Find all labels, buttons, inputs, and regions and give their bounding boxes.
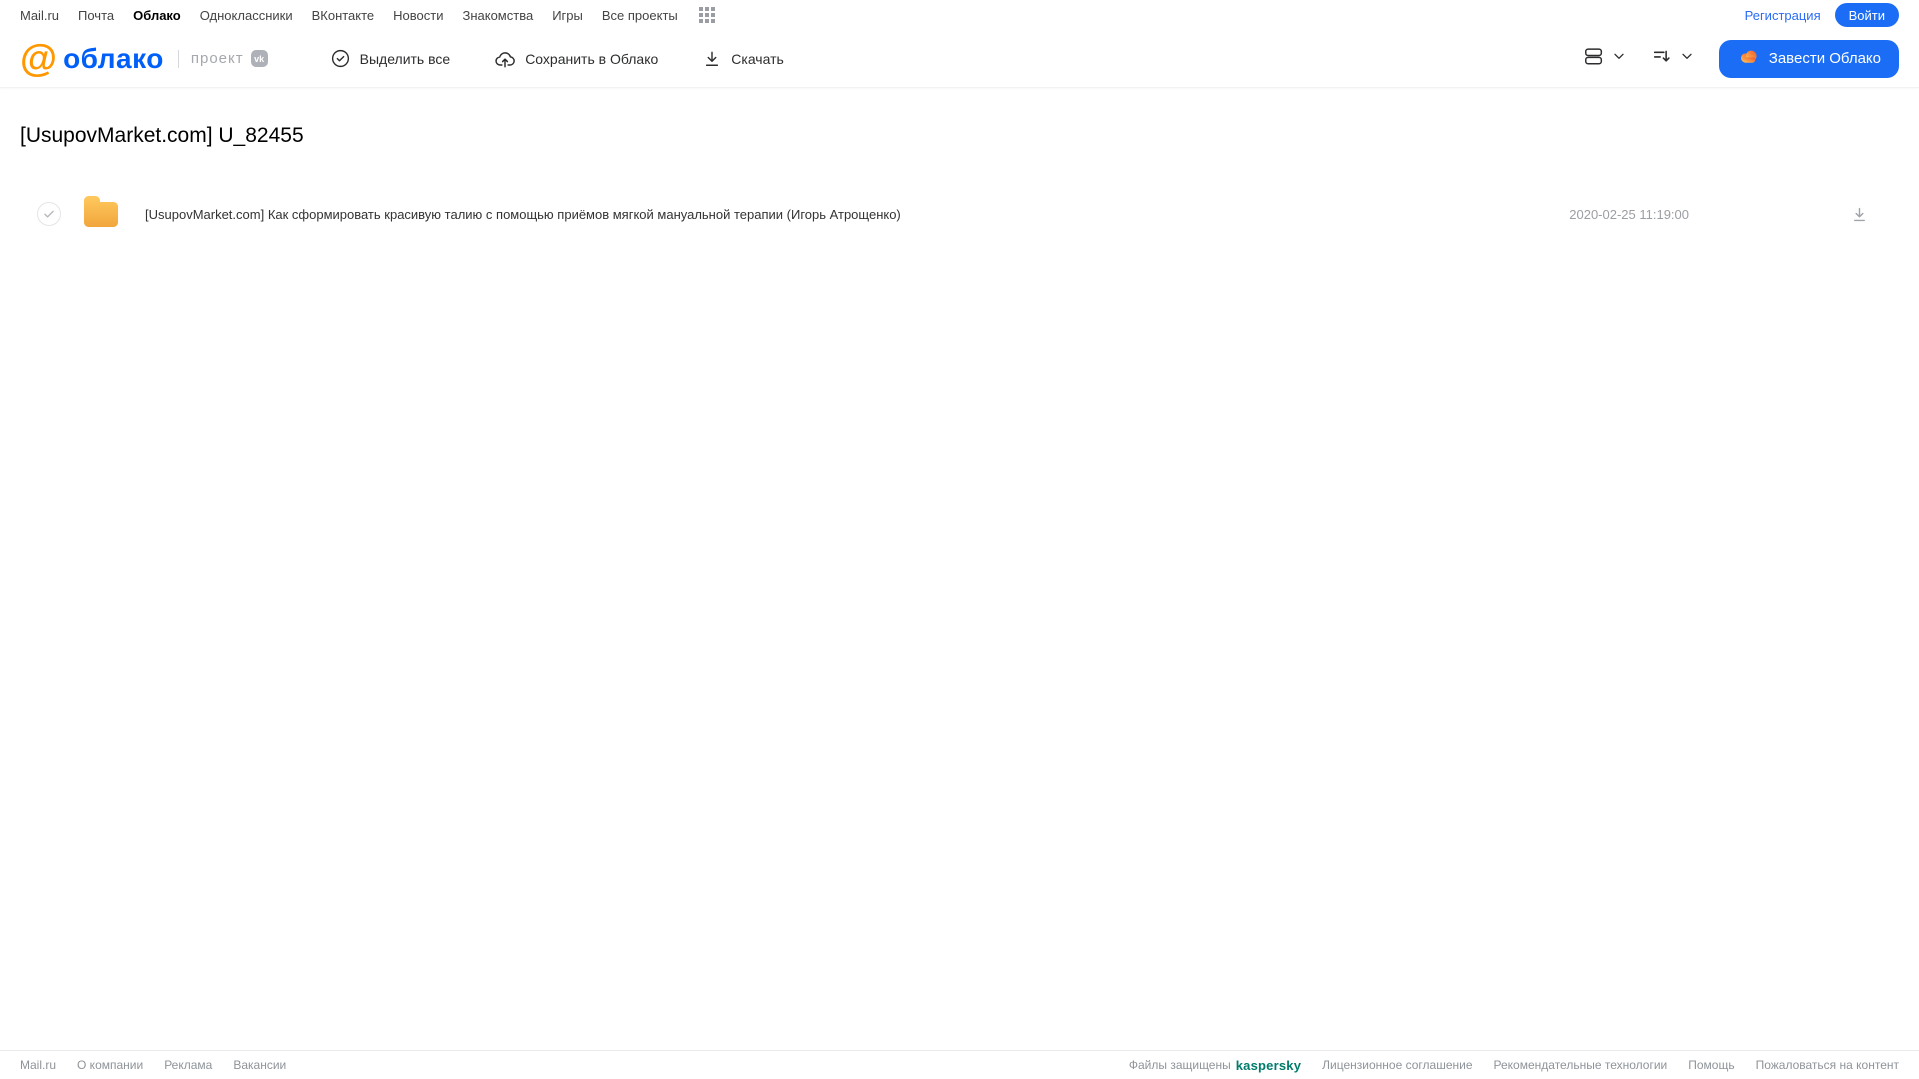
portal-link-vkontakte[interactable]: ВКонтакте xyxy=(312,8,375,23)
chevron-down-icon xyxy=(1611,48,1627,69)
download-button[interactable]: Скачать xyxy=(702,49,784,69)
main-content: [UsupovMarket.com] U_82455 [UsupovMarket… xyxy=(0,124,1919,236)
portal-nav: Mail.ru Почта Облако Одноклассники ВКонт… xyxy=(20,7,715,23)
row-checkbox[interactable] xyxy=(37,202,61,226)
download-label: Скачать xyxy=(731,50,784,67)
portal-topbar: Mail.ru Почта Облако Одноклассники ВКонт… xyxy=(0,0,1919,30)
vk-badge-icon: vk xyxy=(250,50,268,67)
footer-link-recommendations[interactable]: Рекомендательные технологии xyxy=(1494,1058,1668,1072)
portal-link-mailru[interactable]: Mail.ru xyxy=(20,8,59,23)
chevron-down-icon xyxy=(1679,48,1695,69)
row-download-icon[interactable] xyxy=(1850,205,1869,224)
select-all-label: Выделить все xyxy=(359,50,451,67)
file-name-link[interactable]: [UsupovMarket.com] Как сформировать крас… xyxy=(145,207,901,222)
cloud-icon xyxy=(1737,45,1760,72)
logo-text: облако xyxy=(63,42,164,74)
footer-link-jobs[interactable]: Вакансии xyxy=(233,1058,286,1072)
get-cloud-label: Завести Облако xyxy=(1768,50,1881,67)
header: @ облако проект vk Выделить все Сохранит… xyxy=(0,30,1919,88)
footer: Mail.ru О компании Реклама Вакансии Файл… xyxy=(0,1050,1919,1079)
footer-link-report[interactable]: Пожаловаться на контент xyxy=(1756,1058,1899,1072)
toolbar: Выделить все Сохранить в Облако Скачать xyxy=(330,48,784,70)
apps-grid-icon[interactable] xyxy=(698,7,715,23)
check-circle-icon xyxy=(330,48,351,69)
download-icon xyxy=(702,49,722,69)
footer-link-license[interactable]: Лицензионное соглашение xyxy=(1322,1058,1472,1072)
kaspersky-protection: Файлы защищены kaspersky xyxy=(1129,1058,1301,1073)
save-to-cloud-button[interactable]: Сохранить в Облако xyxy=(494,48,658,70)
login-button[interactable]: Войти xyxy=(1834,3,1899,27)
page-title: [UsupovMarket.com] U_82455 xyxy=(20,124,304,147)
file-row[interactable]: [UsupovMarket.com] Как сформировать крас… xyxy=(20,192,1899,236)
portal-link-pochta[interactable]: Почта xyxy=(78,8,114,23)
save-to-cloud-label: Сохранить в Облако xyxy=(525,50,659,67)
portal-link-all-projects[interactable]: Все проекты xyxy=(602,8,678,23)
portal-link-odnoklassniki[interactable]: Одноклассники xyxy=(200,8,293,23)
select-all-button[interactable]: Выделить все xyxy=(330,48,451,69)
footer-link-help[interactable]: Помощь xyxy=(1688,1058,1734,1072)
view-mode-dropdown[interactable] xyxy=(1583,45,1627,72)
get-cloud-button[interactable]: Завести Облако xyxy=(1718,39,1899,78)
portal-link-oblako[interactable]: Облако xyxy=(133,8,181,23)
footer-link-ads[interactable]: Реклама xyxy=(164,1058,212,1072)
logo-divider xyxy=(177,49,179,68)
protected-label: Файлы защищены xyxy=(1128,1058,1231,1072)
kaspersky-logo[interactable]: kaspersky xyxy=(1236,1058,1301,1073)
file-date: 2020-02-25 11:19:00 xyxy=(1569,206,1689,222)
view-toggle-icon xyxy=(1583,45,1605,72)
folder-icon[interactable] xyxy=(82,194,120,234)
portal-link-znakomstva[interactable]: Знакомства xyxy=(462,8,533,23)
portal-link-igry[interactable]: Игры xyxy=(552,8,583,23)
footer-link-about[interactable]: О компании xyxy=(77,1058,143,1072)
cloud-logo[interactable]: @ облако проект vk xyxy=(20,40,268,78)
header-right-controls: Завести Облако xyxy=(1583,39,1899,78)
sort-icon xyxy=(1651,45,1673,72)
sort-dropdown[interactable] xyxy=(1651,45,1695,72)
mailru-at-icon: @ xyxy=(20,37,58,80)
footer-link-mailru[interactable]: Mail.ru xyxy=(20,1058,56,1072)
cloud-upload-icon xyxy=(494,48,516,70)
registration-link[interactable]: Регистрация xyxy=(1745,8,1821,23)
project-label: проект xyxy=(190,50,244,67)
portal-link-novosti[interactable]: Новости xyxy=(393,8,443,23)
